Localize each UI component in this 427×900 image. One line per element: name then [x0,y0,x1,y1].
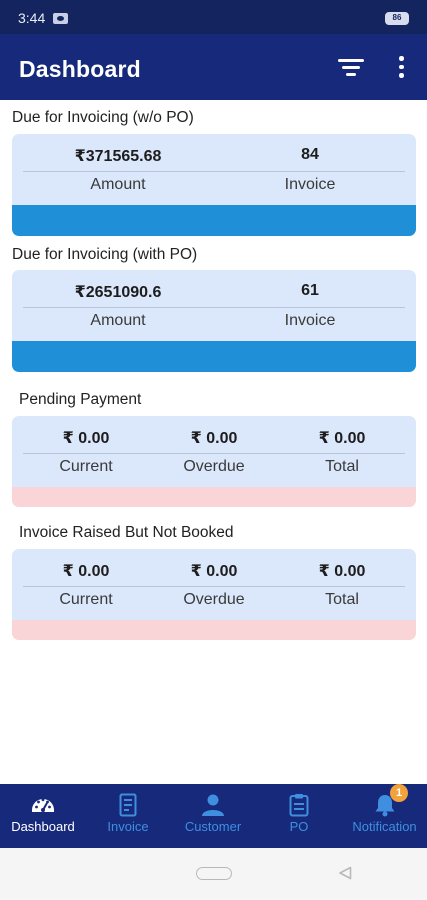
back-icon[interactable] [338,866,352,880]
current-value: ₹ 0.00 [62,563,110,580]
total-label: Total [325,458,359,475]
nav-po[interactable]: PO [256,784,342,848]
due-wo-po-card[interactable]: ₹371565.68 84 Amount Invoice [12,134,416,236]
divider [23,171,405,172]
invoice-label: Invoice [284,312,336,329]
divider [23,453,405,454]
overdue-label: Overdue [183,458,245,475]
invoice-icon [119,793,137,817]
status-bar-strip [12,620,416,640]
message-icon [53,13,68,24]
nav-dashboard[interactable]: Dashboard [0,784,86,848]
status-bar-strip [12,205,416,236]
invoice-count-value: 61 [301,282,319,299]
app-bar: Dashboard [0,34,427,100]
pending-payment-card[interactable]: ₹ 0.00 ₹ 0.00 ₹ 0.00 Current Overdue Tot… [12,416,416,507]
filter-icon[interactable] [338,57,364,77]
overdue-label: Overdue [183,591,245,608]
status-time: 3:44 [18,10,46,26]
status-bar: 3:44 86 [0,0,427,34]
clipboard-icon [289,794,309,817]
divider [23,586,405,587]
amount-value: ₹371565.68 [74,148,162,165]
overdue-value: ₹ 0.00 [190,430,238,447]
current-label: Current [59,591,113,608]
overdue-value: ₹ 0.00 [190,563,238,580]
nav-label-invoice: Invoice [107,819,149,834]
invoice-count-value: 84 [301,146,319,163]
invoice-label: Invoice [284,176,336,193]
current-label: Current [59,458,113,475]
dashboard-screen: 3:44 86 Dashboard Due for Invoicing (w/o… [0,0,427,900]
total-value: ₹ 0.00 [318,430,366,447]
nav-notification[interactable]: Notification [342,784,427,848]
notification-badge: 1 [390,784,408,802]
amount-label: Amount [90,312,146,329]
total-label: Total [325,591,359,608]
nav-label-notification: Notification [352,819,417,834]
page-title: Dashboard [19,56,141,82]
nav-label-dashboard: Dashboard [11,819,75,834]
total-value: ₹ 0.00 [318,563,366,580]
section-title-due-with-po: Due for Invoicing (with PO) [12,246,198,263]
status-bar-strip [12,487,416,507]
more-vert-icon[interactable] [390,54,412,80]
nav-invoice[interactable]: Invoice [86,784,170,848]
divider [23,307,405,308]
raised-not-booked-card[interactable]: ₹ 0.00 ₹ 0.00 ₹ 0.00 Current Overdue Tot… [12,549,416,640]
section-title-pending-payment: Pending Payment [19,391,142,408]
amount-value: ₹2651090.6 [74,284,162,301]
status-bar-strip [12,341,416,372]
current-value: ₹ 0.00 [62,430,110,447]
nav-customer[interactable]: Customer [170,784,256,848]
amount-label: Amount [90,176,146,193]
nav-label-customer: Customer [184,819,242,834]
nav-label-po: PO [289,819,309,834]
person-icon [202,794,224,816]
home-button[interactable] [196,867,232,880]
battery-icon: 86 [385,12,409,25]
bottom-nav: Dashboard Invoice Customer PO Notificati… [0,784,427,848]
due-with-po-card[interactable]: ₹2651090.6 61 Amount Invoice [12,270,416,372]
speedometer-icon [32,798,54,812]
section-title-due-wo-po: Due for Invoicing (w/o PO) [12,109,194,126]
system-nav-bar [0,848,427,900]
section-title-raised-not-booked: Invoice Raised But Not Booked [19,524,234,541]
